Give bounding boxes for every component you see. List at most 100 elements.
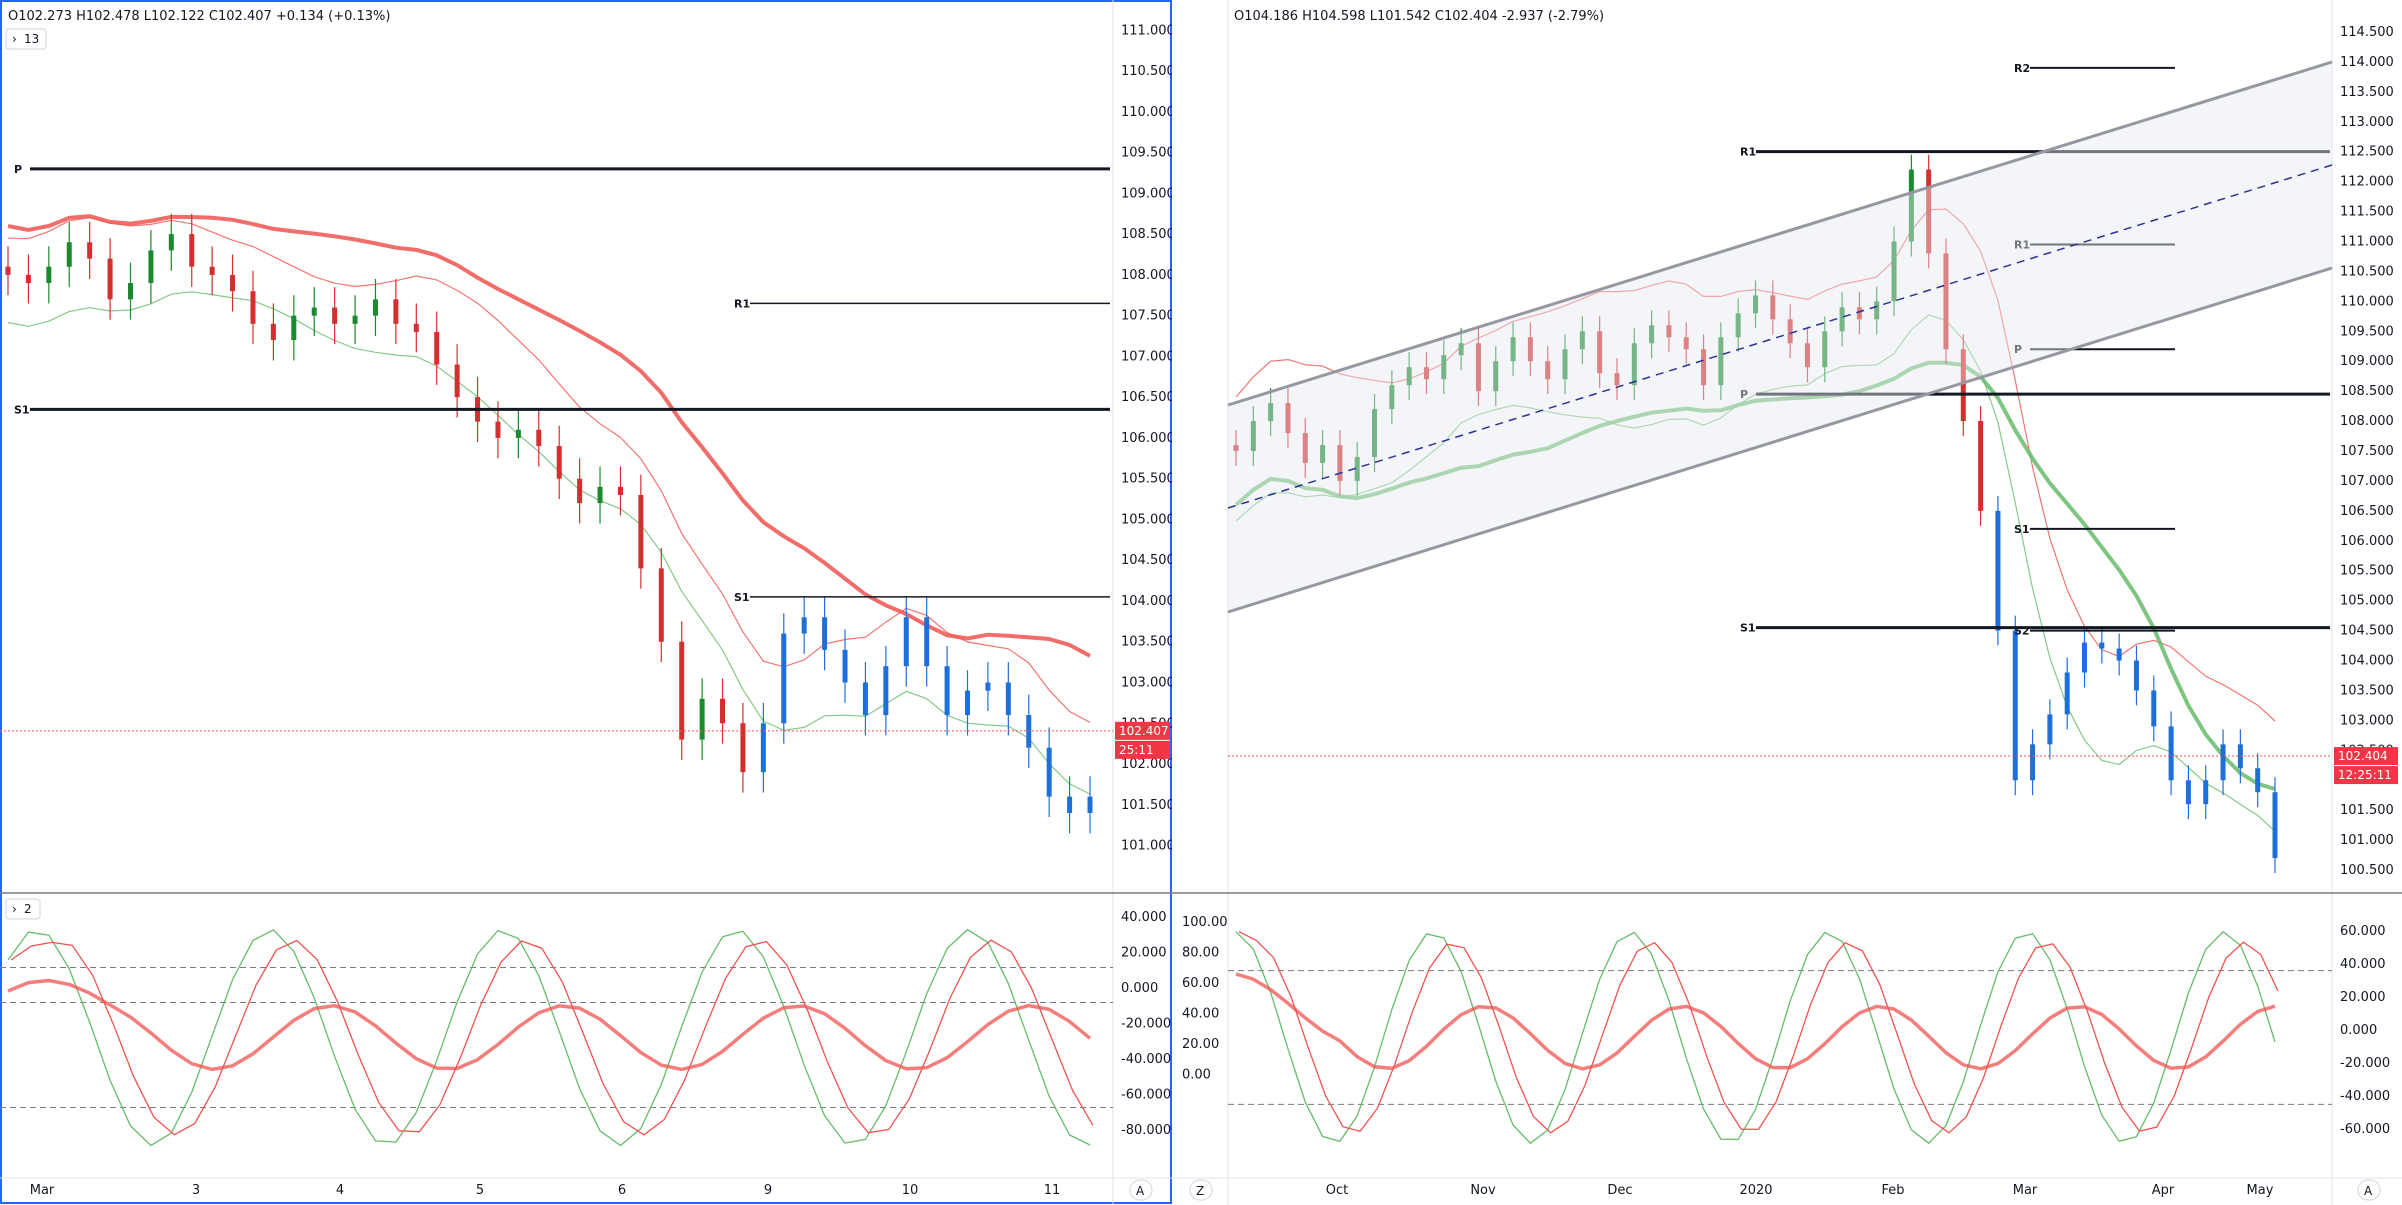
left-price-tick: 105.000 (1121, 512, 1175, 527)
left-indicator-button[interactable]: › 2 (5, 898, 41, 920)
left-candle-body (25, 274, 31, 284)
left-pivot-label: S1 (734, 591, 750, 604)
right-price-tick: 103.000 (2340, 713, 2394, 728)
left-indicator-count: 2 (24, 902, 32, 916)
right-price-tick: 107.500 (2340, 444, 2394, 459)
left-candle-body (127, 283, 133, 300)
left-candle-body (801, 617, 807, 634)
left-countdown-text: 25:11 (1119, 743, 1154, 757)
left-osc-tick: -60.000 (1121, 1088, 1171, 1103)
left-candle-body (515, 429, 521, 438)
right-osc-left-tick: 100.00 (1182, 915, 1228, 930)
left-candle-body (393, 299, 399, 324)
right-price-tick: 110.000 (2340, 294, 2394, 309)
left-candle-body (250, 291, 256, 324)
right-axis-mode-left-button[interactable]: Z (1189, 1179, 1213, 1201)
left-price-tick: 101.500 (1121, 798, 1175, 813)
right-osc-left-tick: 0.00 (1182, 1068, 1211, 1083)
left-time-tick: 10 (902, 1183, 919, 1198)
left-candle-body (842, 649, 848, 683)
left-osc-tick: -20.000 (1121, 1017, 1171, 1032)
right-price-tick: 111.500 (2340, 205, 2394, 220)
left-candle-body (903, 617, 909, 667)
right-price-tick: 103.500 (2340, 683, 2394, 698)
left-time-tick: 11 (1044, 1183, 1061, 1198)
right-price-tick: 106.500 (2340, 504, 2394, 519)
right-price-tick: 101.500 (2340, 803, 2394, 818)
left-candle-body (985, 682, 991, 691)
left-candle-body (87, 242, 93, 259)
right-time-tick: May (2247, 1183, 2274, 1198)
right-osc-thick (1235, 972, 2276, 1071)
right-candle-body (2272, 792, 2278, 859)
left-candle-body (781, 633, 787, 724)
left-osc-tick: -80.000 (1121, 1123, 1171, 1138)
left-candle-body (965, 690, 971, 716)
right-candle-body (2185, 780, 2191, 805)
right-candle-body (2099, 642, 2105, 649)
left-price-tick: 109.000 (1121, 186, 1175, 201)
left-candle-body (1046, 747, 1052, 797)
left-osc-tick: 0.000 (1121, 981, 1158, 996)
left-candle-body (862, 682, 868, 716)
left-collapse-button[interactable]: › 13 (5, 28, 47, 50)
left-candle-body (1005, 682, 1011, 716)
right-time-tick: Apr (2152, 1183, 2175, 1198)
right-pivot-label: S1 (1740, 622, 1756, 635)
right-osc-right-tick: 60.000 (2340, 924, 2386, 939)
left-price-tick: 106.000 (1121, 431, 1175, 446)
left-price-tick: 110.500 (1121, 64, 1175, 79)
right-time-tick: Mar (2013, 1183, 2038, 1198)
left-price-tick: 109.500 (1121, 146, 1175, 161)
right-trend-channel-median (1227, 164, 2333, 509)
right-time-axis[interactable]: Oct Nov Dec 2020 Feb Mar Apr May (1326, 1183, 2274, 1198)
right-price-tick: 112.500 (2340, 145, 2394, 160)
right-price-tick: 101.000 (2340, 833, 2394, 848)
right-osc-left-tick: 60.00 (1182, 976, 1219, 991)
left-candle-body (597, 486, 603, 504)
right-price-tick: 104.000 (2340, 654, 2394, 669)
right-candle-body (2151, 690, 2157, 727)
left-price-tick: 105.500 (1121, 472, 1175, 487)
right-osc-left-tick: 20.00 (1182, 1037, 1219, 1052)
right-price-tick: 104.500 (2340, 624, 2394, 639)
right-price-tick: 113.500 (2340, 85, 2394, 100)
left-price-tick: 111.000 (1121, 23, 1175, 38)
left-time-tick: 3 (192, 1183, 200, 1198)
right-osc-fast (1235, 930, 2276, 1145)
right-pivot-label: R2 (2014, 62, 2030, 75)
left-candle-body (189, 234, 195, 267)
right-candle-body (2168, 726, 2174, 781)
left-price-tick: 106.500 (1121, 390, 1175, 405)
right-candle-body (2116, 648, 2122, 661)
left-candle-body (536, 429, 542, 447)
right-price-tick: 108.500 (2340, 384, 2394, 399)
left-ohlc-readout: O102.273 H102.478 L102.122 C102.407 +0.1… (8, 9, 390, 24)
right-time-tick: Oct (1326, 1183, 1348, 1198)
right-price-tick: 114.000 (2340, 55, 2394, 70)
left-axis-mode-button[interactable]: A (1129, 1179, 1153, 1201)
left-indicator-chevron-icon: › (12, 902, 17, 916)
left-candle-body (168, 234, 174, 251)
left-chart-panel[interactable]: PS1R1S1 111.000110.500110.000109.500109.… (0, 0, 1175, 1205)
left-candle-body (617, 486, 623, 495)
right-candle-body (2030, 744, 2036, 781)
left-collapse-chevron-icon: › (12, 32, 17, 46)
right-chart-panel[interactable]: R2R1R1PPS1S1 S2 114.500114.000113.500113.… (1172, 0, 2402, 1205)
left-panel-background (0, 0, 1172, 1205)
left-candle-body (658, 568, 664, 642)
left-candle-body (46, 266, 52, 284)
right-candle-body (2012, 630, 2018, 781)
left-candle-body (66, 242, 72, 267)
right-oscillator-pane[interactable] (1228, 930, 2332, 1145)
right-candle-body (1995, 510, 2001, 631)
left-axis-mode-label: A (1136, 1184, 1145, 1198)
left-candle-body (944, 666, 950, 716)
left-candle-body (924, 617, 930, 667)
chart-canvas: PS1R1S1 111.000110.500110.000109.500109.… (0, 0, 2402, 1205)
right-axis-mode-right-button[interactable]: A (2357, 1179, 2381, 1201)
right-pivot-label: R1 (1740, 146, 1756, 159)
left-price-tick: 103.000 (1121, 675, 1175, 690)
left-candle-body (209, 266, 215, 275)
right-price-pane[interactable]: R2R1R1PPS1S1 S2 (1227, 60, 2333, 874)
